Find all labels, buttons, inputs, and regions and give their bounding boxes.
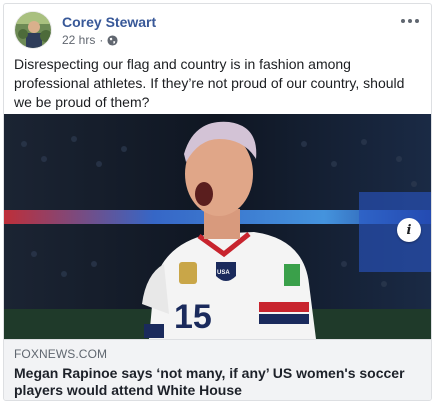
info-icon[interactable]: i	[397, 218, 421, 242]
jersey-number: 15	[174, 298, 212, 336]
more-options-icon[interactable]	[399, 12, 421, 30]
post-timestamp[interactable]: 22 hrs	[62, 33, 95, 47]
feed-post: Corey Stewart 22 hrs · Disrespecting our…	[3, 3, 432, 401]
link-preview[interactable]: FOXNEWS.COM Megan Rapinoe says ‘not many…	[4, 339, 431, 400]
link-domain: FOXNEWS.COM	[14, 347, 108, 361]
post-header: Corey Stewart 22 hrs ·	[14, 10, 421, 50]
author-avatar[interactable]	[14, 11, 52, 49]
jersey-badge-text: USA	[217, 270, 230, 276]
author-name[interactable]: Corey Stewart	[62, 14, 156, 30]
meta-separator: ·	[99, 33, 104, 47]
post-text: Disrespecting our flag and country is in…	[14, 56, 405, 110]
globe-icon[interactable]	[107, 34, 118, 46]
post-meta: 22 hrs ·	[62, 33, 118, 47]
post-image[interactable]: 15 USA	[4, 114, 431, 339]
link-headline[interactable]: Megan Rapinoe says ‘not many, if any’ US…	[14, 365, 421, 399]
